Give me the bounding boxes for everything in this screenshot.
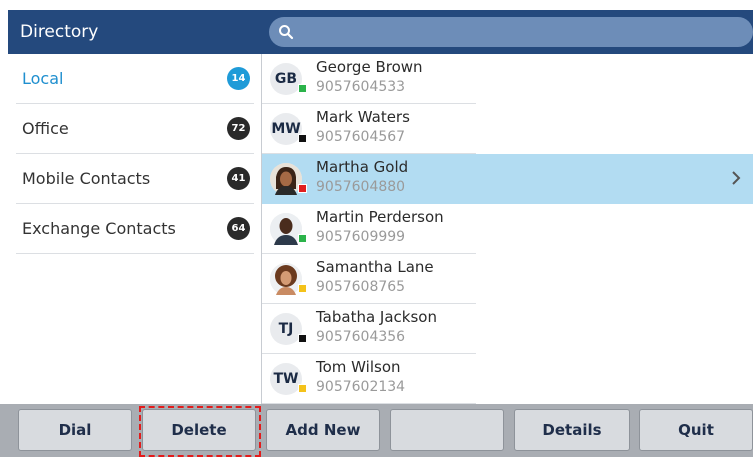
contact-row[interactable]: GB George Brown 9057604533 xyxy=(262,54,476,104)
contact-number: 9057609999 xyxy=(316,229,406,245)
search-input[interactable] xyxy=(269,17,753,47)
details-button[interactable]: Details xyxy=(514,409,630,451)
quit-button[interactable]: Quit xyxy=(639,409,753,451)
contact-list: GB George Brown 9057604533 MW Mark Water… xyxy=(262,54,753,404)
presence-indicator xyxy=(298,234,307,243)
directory-screen: Directory Local 14 Office 72 Mobile Cont… xyxy=(0,0,753,457)
contact-row[interactable]: TJ Tabatha Jackson 9057604356 xyxy=(262,304,476,354)
contact-name: Samantha Lane xyxy=(316,258,434,276)
category-label: Local xyxy=(22,69,64,88)
category-label: Office xyxy=(22,119,69,138)
category-mobile-contacts[interactable]: Mobile Contacts 41 xyxy=(16,154,254,204)
contact-number: 9057604356 xyxy=(316,329,406,345)
count-badge: 72 xyxy=(227,117,250,140)
delete-button[interactable]: Delete xyxy=(142,409,256,451)
category-exchange-contacts[interactable]: Exchange Contacts 64 xyxy=(16,204,254,254)
contact-row[interactable]: Martin Perderson 9057609999 xyxy=(262,204,476,254)
presence-indicator xyxy=(298,184,307,193)
contact-name: Tabatha Jackson xyxy=(316,308,437,326)
contact-name: Mark Waters xyxy=(316,108,410,126)
contact-number: 9057604880 xyxy=(316,179,406,195)
contact-name: Martha Gold xyxy=(316,158,409,176)
chevron-right-icon[interactable] xyxy=(729,168,743,188)
empty-softkey[interactable] xyxy=(390,409,504,451)
page-title: Directory xyxy=(20,22,99,42)
category-local[interactable]: Local 14 xyxy=(16,54,254,104)
category-label: Exchange Contacts xyxy=(22,219,176,238)
contact-name: George Brown xyxy=(316,58,423,76)
presence-indicator xyxy=(298,134,307,143)
contact-row[interactable]: MW Mark Waters 9057604567 xyxy=(262,104,476,154)
count-badge: 41 xyxy=(227,167,250,190)
presence-indicator xyxy=(298,84,307,93)
contact-name: Martin Perderson xyxy=(316,208,444,226)
presence-indicator xyxy=(298,284,307,293)
contact-number: 9057604533 xyxy=(316,79,406,95)
contact-number: 9057604567 xyxy=(316,129,406,145)
count-badge: 64 xyxy=(227,217,250,240)
softkey-bar: Dial Delete Add New Details Quit xyxy=(0,404,753,457)
add-new-button[interactable]: Add New xyxy=(266,409,380,451)
contact-row[interactable]: Samantha Lane 9057608765 xyxy=(262,254,476,304)
contact-row-selected[interactable]: Martha Gold 9057604880 xyxy=(262,154,753,204)
presence-indicator xyxy=(298,334,307,343)
contact-number: 9057602134 xyxy=(316,379,406,395)
presence-indicator xyxy=(298,384,307,393)
contact-row[interactable]: TW Tom Wilson 9057602134 xyxy=(262,354,476,404)
search-icon xyxy=(279,25,294,40)
category-list: Local 14 Office 72 Mobile Contacts 41 Ex… xyxy=(8,54,262,404)
contact-number: 9057608765 xyxy=(316,279,406,295)
dial-button[interactable]: Dial xyxy=(18,409,132,451)
category-office[interactable]: Office 72 xyxy=(16,104,254,154)
category-label: Mobile Contacts xyxy=(22,169,151,188)
contact-name: Tom Wilson xyxy=(316,358,401,376)
count-badge: 14 xyxy=(227,67,250,90)
